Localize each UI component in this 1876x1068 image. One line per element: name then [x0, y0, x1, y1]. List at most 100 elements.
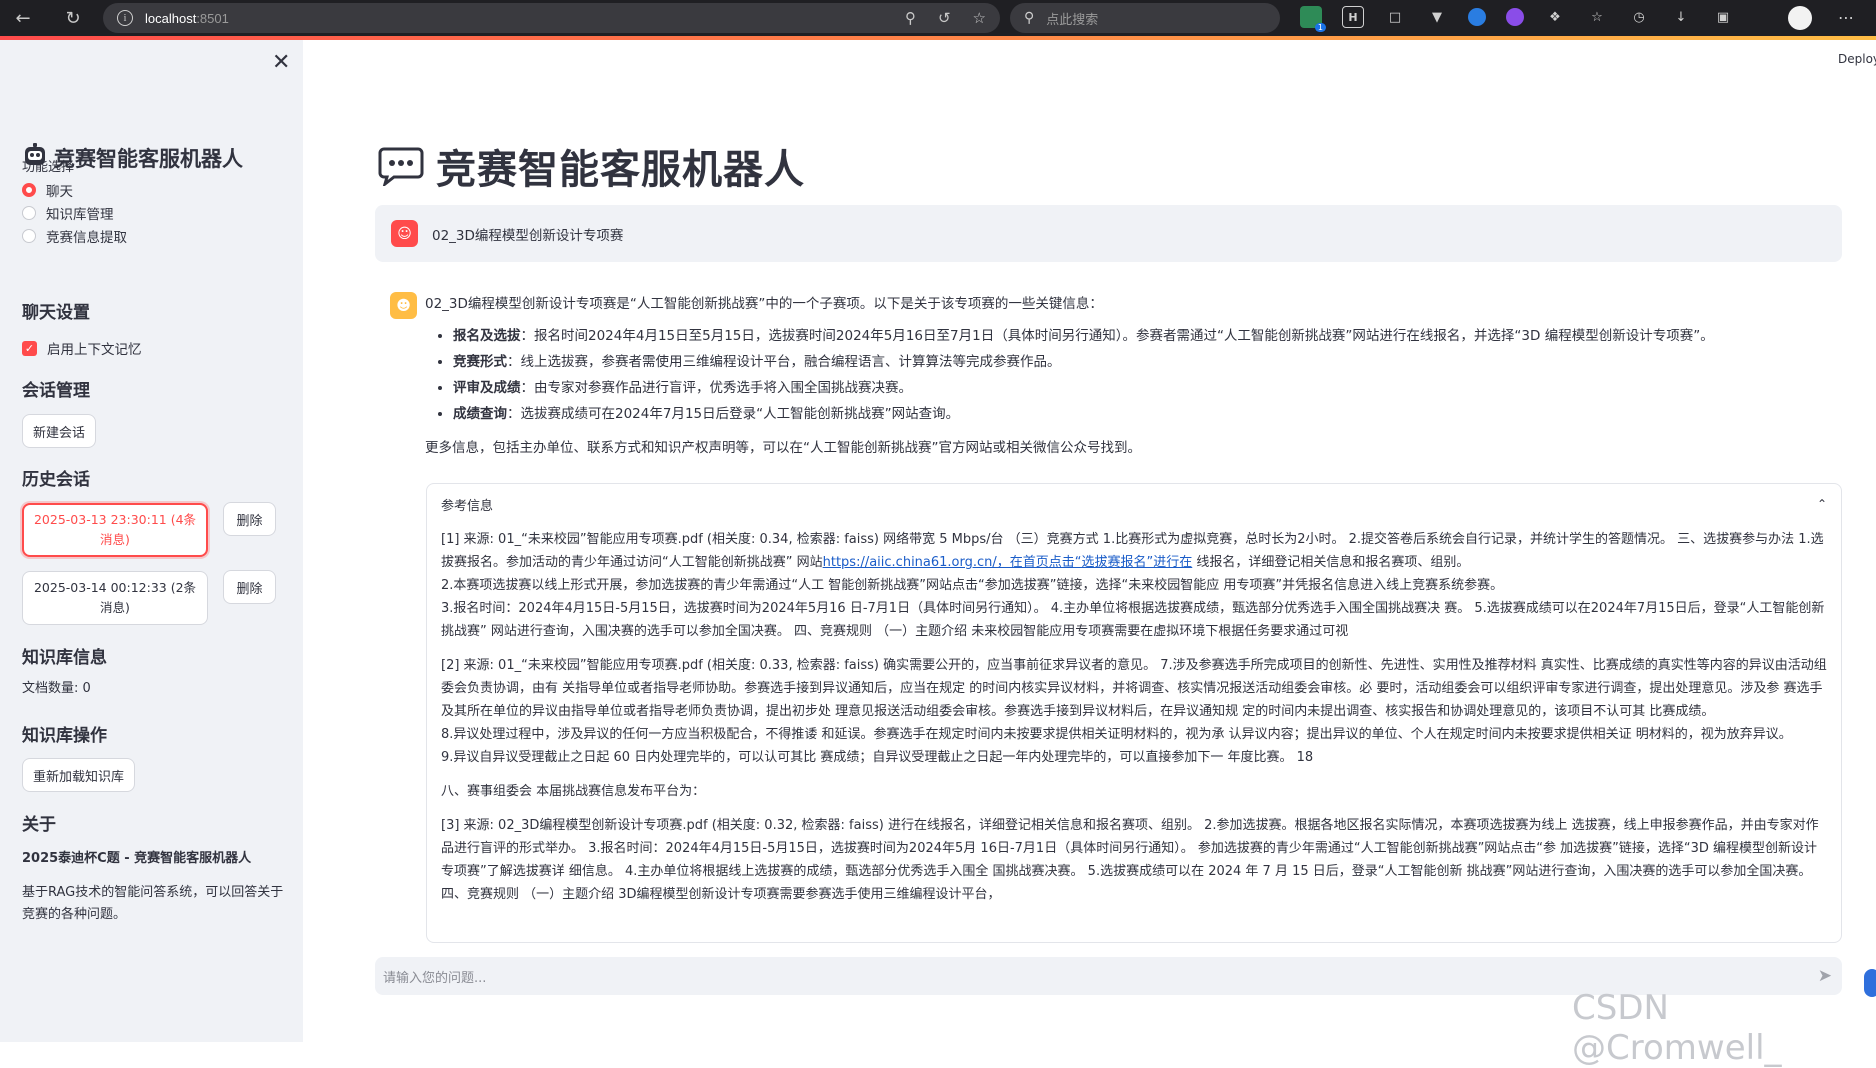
radio-button-selected[interactable]: [22, 183, 36, 197]
reference-section: 八、赛事组委会 本届挑战赛信息发布平台为：: [441, 784, 706, 799]
extension-h-icon[interactable]: H: [1342, 6, 1364, 28]
assistant-message: 02_3D编程模型创新设计专项赛是“人工智能创新挑战赛”中的一个子赛项。以下是关…: [425, 293, 1840, 459]
reference-text: 9.异议自异议受理截止之日起 60 日内处理完毕的，可以认可其比 赛成绩；自异议…: [441, 750, 1314, 765]
kb-ops-heading: 知识库操作: [22, 726, 107, 746]
about-heading: 关于: [22, 815, 56, 835]
translate-icon[interactable]: ↺: [938, 9, 951, 27]
reference-item-1: [1] 来源: 01_“未来校园”智能应用专项赛.pdf (相关度: 0.34,…: [441, 528, 1827, 643]
radio-button[interactable]: [22, 229, 36, 243]
downloads-icon[interactable]: ↓: [1670, 6, 1692, 28]
history-session-button[interactable]: 2025-03-14 00:12:33 (2条消息): [22, 571, 208, 625]
page-title: 竞赛智能客服机器人: [378, 137, 805, 195]
radio-chat[interactable]: 聊天: [22, 180, 73, 200]
list-item: 成绩查询：选拔赛成绩可在2024年7月15日后登录“人工智能创新挑战赛”网站查询…: [453, 403, 1840, 425]
deploy-button[interactable]: Deploy: [1838, 52, 1876, 66]
about-title: 2025泰迪杯C题 - 竞赛智能客服机器人: [22, 851, 252, 866]
bullet-key: 评审及成绩: [453, 380, 521, 396]
radio-label: 聊天: [46, 184, 73, 200]
radio-kb-management[interactable]: 知识库管理: [22, 203, 114, 223]
bullet-text: ：由专家对参赛作品进行盲评，优秀选手将入围全国挑战赛决赛。: [520, 380, 913, 396]
page-title-text: 竞赛智能客服机器人: [436, 147, 805, 193]
reference-heading: 参考信息: [441, 498, 494, 514]
sidebar-title-text: 竞赛智能客服机器人: [54, 147, 243, 171]
assistant-more-info: 更多信息，包括主办单位、联系方式和知识产权声明等，可以在“人工智能创新挑战赛”官…: [425, 440, 1141, 456]
chevron-up-icon[interactable]: ⌃: [1817, 497, 1827, 511]
history-heading: 历史会话: [22, 470, 90, 490]
new-session-button[interactable]: 新建会话: [22, 414, 97, 448]
reference-text: 8.异议处理过程中，涉及异议的任何一方应当积极配合，不得推诿 和延误。参赛选手在…: [441, 727, 1792, 742]
reference-text: 2.本赛项选拔赛以线上形式开展，参加选拔赛的青少年需通过“人工 智能创新挑战赛”…: [441, 578, 1504, 593]
radio-label: 知识库管理: [46, 207, 114, 223]
reload-icon[interactable]: ↻: [58, 3, 88, 33]
list-item: 评审及成绩：由专家对参赛作品进行盲评，优秀选手将入围全国挑战赛决赛。: [453, 377, 1840, 399]
address-bar[interactable]: i localhost:8501 ⚲ ↺ ☆: [103, 3, 1000, 33]
search-placeholder: 点此搜索: [1046, 12, 1099, 28]
close-sidebar-icon[interactable]: ✕: [272, 50, 290, 75]
assistant-bullet-list: 报名及选拔：报名时间2024年4月15日至5月15日，选拔赛时间2024年5月1…: [453, 325, 1840, 425]
delete-session-button[interactable]: 删除: [223, 570, 276, 604]
favorite-star-icon[interactable]: ☆: [973, 9, 986, 27]
kb-info-heading: 知识库信息: [22, 648, 107, 668]
session-management-heading: 会话管理: [22, 381, 90, 401]
radio-button[interactable]: [22, 206, 36, 220]
profile-avatar[interactable]: [1788, 6, 1812, 30]
vue-devtools-icon[interactable]: ▼: [1426, 6, 1448, 28]
reference-expander-header[interactable]: 参考信息 ⌃: [427, 484, 1841, 524]
checkmark-icon[interactable]: ✓: [22, 340, 37, 356]
extension-purple-icon[interactable]: [1506, 8, 1524, 26]
bullet-text: ：线上选拔赛，参赛者需使用三维编程设计平台，融合编程语言、计算算法等完成参赛作品…: [507, 354, 1061, 370]
bullet-key: 成绩查询: [453, 406, 507, 422]
reference-item-2: [2] 来源: 01_“未来校园”智能应用专项赛.pdf (相关度: 0.33,…: [441, 654, 1827, 769]
checkbox-label: 启用上下文记忆: [47, 342, 142, 358]
bullet-text: ：报名时间2024年4月15日至5月15日，选拔赛时间2024年5月16日至7月…: [520, 328, 1714, 344]
bullet-text: ：选拔赛成绩可在2024年7月15日后登录“人工智能创新挑战赛”网站查询。: [507, 406, 960, 422]
assistant-intro: 02_3D编程模型创新设计专项赛是“人工智能创新挑战赛”中的一个子赛项。以下是关…: [425, 296, 1103, 312]
doc-count: 文档数量: 0: [22, 681, 91, 696]
extension-blue-icon[interactable]: [1468, 8, 1486, 26]
history-icon[interactable]: ◷: [1628, 6, 1650, 28]
back-icon[interactable]: ←: [8, 3, 38, 33]
radio-competition-extract[interactable]: 竞赛信息提取: [22, 226, 127, 246]
reference-text: 线报名，详细登记相关信息和报名赛项、组别。: [1192, 555, 1470, 570]
sidebar: ✕ 竞赛智能客服机器人 功能选择 聊天 知识库管理 竞赛信息提取 聊天设置 ✓ 启…: [0, 40, 303, 1042]
chat-input-placeholder: 请输入您的问题...: [383, 970, 487, 986]
assistant-avatar: ☻: [390, 292, 417, 319]
zoom-icon[interactable]: ⚲: [905, 9, 916, 27]
user-avatar-icon: ☺: [391, 220, 418, 247]
delete-session-button[interactable]: 删除: [223, 502, 276, 536]
reference-text: 3.报名时间：2024年4月15日-5月15日，选拔赛时间为2024年5月16 …: [441, 601, 1825, 639]
extensions-puzzle-icon[interactable]: ❖: [1544, 6, 1566, 28]
bot-avatar-icon: ☻: [390, 292, 417, 319]
user-message: ☺ 02_3D编程模型创新设计专项赛: [375, 205, 1842, 262]
url-port: :8501: [196, 10, 229, 26]
speech-balloon-icon: [378, 147, 424, 186]
browser-toolbar: ← ↻ i localhost:8501 ⚲ ↺ ☆ ⚲ 点此搜索 1 H □ …: [0, 0, 1876, 36]
chat-settings-heading: 聊天设置: [22, 303, 90, 323]
reference-link[interactable]: https://aiic.china61.org.cn/，在首页点击“选拔赛报名…: [823, 555, 1193, 570]
screenshot-icon[interactable]: ▣: [1712, 6, 1734, 28]
extension-badge: 1: [1314, 23, 1326, 32]
floating-assistant-icon[interactable]: [1864, 969, 1876, 997]
watermark: CSDN @Cromwell_: [1572, 988, 1782, 1068]
user-message-text: 02_3D编程模型创新设计专项赛: [432, 227, 624, 244]
browser-menu-icon[interactable]: ⋯: [1838, 8, 1854, 27]
site-info-icon[interactable]: i: [117, 10, 133, 26]
favorites-icon[interactable]: ☆: [1586, 6, 1608, 28]
reference-body: [1] 来源: 01_“未来校园”智能应用专项赛.pdf (相关度: 0.34,…: [427, 524, 1841, 921]
extension-green-icon[interactable]: 1: [1300, 6, 1326, 32]
about-text: 基于RAG技术的智能问答系统，可以回答关于竞赛的各种问题。: [22, 885, 284, 922]
list-item: 竞赛形式：线上选拔赛，参赛者需使用三维编程设计平台，融合编程语言、计算算法等完成…: [453, 351, 1840, 373]
document-icon[interactable]: □: [1384, 6, 1406, 28]
context-memory-checkbox[interactable]: ✓ 启用上下文记忆: [22, 338, 142, 358]
reference-item-3: [3] 来源: 02_3D编程模型创新设计专项赛.pdf (相关度: 0.32,…: [441, 818, 1819, 902]
history-session-button[interactable]: 2025-03-13 23:30:11 (4条消息): [22, 503, 208, 557]
reference-expander: 参考信息 ⌃ [1] 来源: 01_“未来校园”智能应用专项赛.pdf (相关度…: [426, 483, 1842, 943]
reload-kb-button[interactable]: 重新加载知识库: [22, 758, 136, 792]
bullet-key: 竞赛形式: [453, 354, 507, 370]
url-host: localhost: [145, 10, 197, 26]
radio-label: 竞赛信息提取: [46, 230, 127, 246]
browser-search-box[interactable]: ⚲ 点此搜索: [1010, 3, 1280, 33]
reference-text: [2] 来源: 01_“未来校园”智能应用专项赛.pdf (相关度: 0.33,…: [441, 658, 1827, 719]
send-icon[interactable]: ➤: [1818, 966, 1832, 986]
function-select-label: 功能选择: [22, 160, 75, 175]
